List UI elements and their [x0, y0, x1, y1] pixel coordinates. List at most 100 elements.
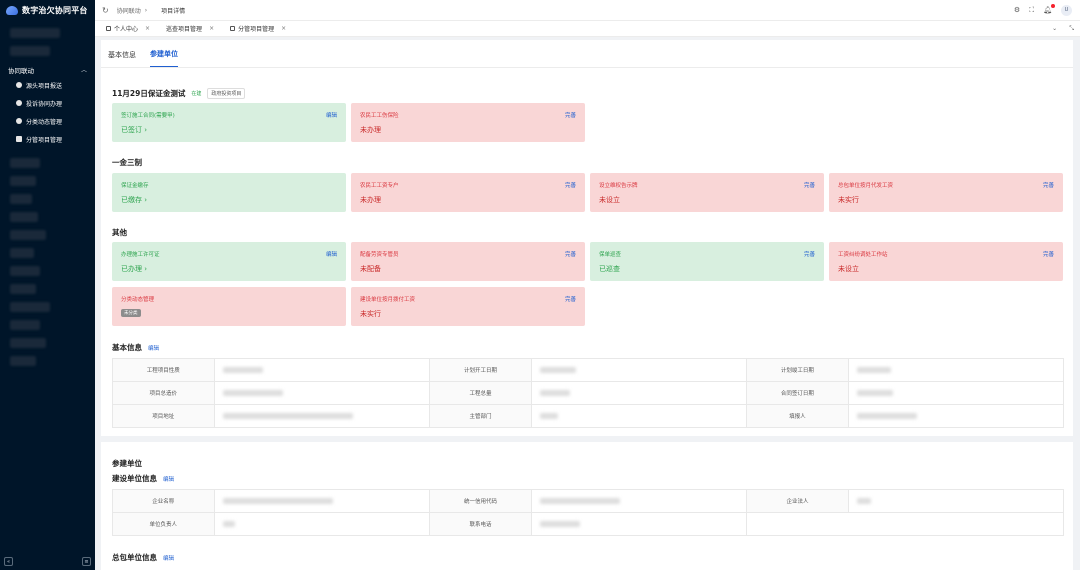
- section-title: 建设单位信息: [112, 474, 157, 483]
- sidebar-item-blurred[interactable]: [10, 176, 36, 186]
- table-key: 统一信用代码: [429, 489, 532, 513]
- card-wage-account[interactable]: 农民工工资专户 完善 未办理: [351, 173, 585, 212]
- table-key: [746, 512, 849, 536]
- card-monthly-wage[interactable]: 总包单位按月代发工资 完善 未实行: [829, 173, 1063, 212]
- complete-link[interactable]: 完善: [565, 250, 576, 258]
- edit-link[interactable]: 编辑: [326, 250, 337, 258]
- sidebar-item-managed[interactable]: 分管项目管理: [0, 130, 95, 148]
- build-unit-table: 企业名称 统一信用代码 企业法人 单位负责人 联系电话: [112, 489, 1065, 536]
- table-value: [847, 489, 1065, 513]
- section-title: 一金三制: [112, 158, 142, 167]
- chevron-down-icon[interactable]: ⌄: [1052, 25, 1057, 33]
- table-key: 工程项目性质: [112, 358, 215, 382]
- complete-link[interactable]: 完善: [565, 295, 576, 303]
- table-key: 企业法人: [746, 489, 849, 513]
- breadcrumb-parent[interactable]: 协同联动: [117, 6, 141, 15]
- complete-link[interactable]: 完善: [804, 181, 815, 189]
- sidebar: 数字治欠协同平台 协同联动 ︿ 源头项目报送 投诉协同办理 分类动态管理 分管项…: [0, 0, 95, 570]
- sidebar-item-blurred[interactable]: [10, 28, 60, 38]
- sidebar-item-source-report[interactable]: 源头项目报送: [0, 76, 95, 94]
- card-classification[interactable]: 分类动态管理 未分类: [112, 287, 346, 326]
- card-status[interactable]: 已签订 ›: [121, 125, 147, 135]
- gear-icon[interactable]: ⚙: [1014, 6, 1020, 14]
- sidebar-item-classify[interactable]: 分类动态管理: [0, 112, 95, 130]
- table-row: 企业名称 统一信用代码 企业法人: [112, 489, 1065, 513]
- complete-link[interactable]: 完善: [1043, 250, 1054, 258]
- sidebar-item-blurred[interactable]: [10, 194, 32, 204]
- sidebar-item-label: 源头项目报送: [26, 82, 63, 90]
- tab-managed[interactable]: 分管项目管理 ×: [227, 24, 289, 33]
- card-label: 保单巡查: [599, 252, 622, 258]
- project-title: 11月29日保证金测试: [112, 89, 186, 98]
- card-status: 未设立: [599, 196, 620, 204]
- tab-personal[interactable]: 个人中心 ×: [103, 24, 153, 33]
- section-other: 其他: [112, 227, 127, 238]
- card-label: 工资纠纷调处工作站: [838, 252, 888, 258]
- edit-build-unit-link[interactable]: 编辑: [163, 475, 174, 483]
- sidebar-item-blurred[interactable]: [10, 230, 46, 240]
- sidebar-item-blurred[interactable]: [10, 284, 36, 294]
- menu-icon[interactable]: ≡: [82, 557, 91, 566]
- sidebar-group-collab[interactable]: 协同联动 ︿: [0, 63, 95, 76]
- card-deposit[interactable]: 保证金缴存 已缴存 ›: [112, 173, 346, 212]
- table-value: [847, 404, 1065, 428]
- sidebar-item-complaint[interactable]: 投诉协同办理: [0, 94, 95, 112]
- tab-bar: 个人中心 × 巡查项目管理 × 分管项目管理 × ⌄ ⤡: [95, 21, 1080, 37]
- expand-icon[interactable]: ⤡: [1069, 25, 1074, 33]
- card-status[interactable]: 已办理 ›: [121, 264, 147, 274]
- complete-link[interactable]: 完善: [565, 111, 576, 119]
- table-row: 项目总造价 工程总量 合同签订日期: [112, 381, 1065, 405]
- sidebar-item-blurred[interactable]: [10, 356, 36, 366]
- close-icon[interactable]: ×: [209, 25, 214, 32]
- sidebar-bottom: « ≡: [4, 557, 91, 566]
- subtab-basic[interactable]: 基本信息: [108, 50, 136, 67]
- card-labor-officer[interactable]: 配备劳资专管员 完善 未配备: [351, 242, 585, 281]
- edit-link[interactable]: 编辑: [326, 111, 337, 119]
- sidebar-item-blurred[interactable]: [10, 158, 40, 168]
- bell-icon[interactable]: 🔔︎: [1043, 4, 1055, 14]
- units-panel: 参建单位 建设单位信息 编辑 企业名称 统一信用代码 企业法人 单位负责人 联系…: [101, 442, 1073, 570]
- card-status: 未配备: [360, 265, 381, 273]
- sidebar-item-blurred[interactable]: [10, 320, 40, 330]
- blurred-value: [856, 412, 917, 419]
- section-title: 基本信息: [112, 343, 142, 352]
- table-value: [530, 358, 748, 382]
- card-contract[interactable]: 签订施工合同(需要甲) 编辑 已签订 ›: [112, 103, 346, 142]
- edit-general-unit-link[interactable]: 编辑: [163, 554, 174, 562]
- notification-dot: [1051, 4, 1055, 8]
- sidebar-item-blurred[interactable]: [10, 212, 38, 222]
- sidebar-item-blurred[interactable]: [10, 46, 50, 56]
- sidebar-item-blurred[interactable]: [10, 248, 34, 258]
- card-build-unit-wage[interactable]: 建设单位按月拨付工资 完善 未实行: [351, 287, 585, 326]
- close-icon[interactable]: ×: [145, 25, 150, 32]
- close-icon[interactable]: ×: [281, 25, 286, 32]
- sidebar-item-blurred[interactable]: [10, 302, 50, 312]
- card-dispute-station[interactable]: 工资纠纷调处工作站 完善 未设立: [829, 242, 1063, 281]
- card-label: 农民工工资专户: [360, 183, 399, 189]
- complete-link[interactable]: 完善: [804, 250, 815, 258]
- card-permit[interactable]: 办理施工许可证 编辑 已办理 ›: [112, 242, 346, 281]
- card-status[interactable]: 已缴存 ›: [121, 195, 147, 205]
- sidebar-item-blurred[interactable]: [10, 338, 46, 348]
- complete-link[interactable]: 完善: [565, 181, 576, 189]
- table-value: [848, 513, 1063, 536]
- chevron-right-icon: ›: [144, 6, 148, 14]
- tab-icon: [106, 26, 111, 31]
- table-key: 计划开工日期: [429, 358, 532, 382]
- subtab-units[interactable]: 参建单位: [150, 49, 178, 67]
- sidebar-item-blurred[interactable]: [10, 266, 40, 276]
- card-notice-board[interactable]: 设立维权告示牌 完善 未设立: [590, 173, 824, 212]
- card-policy-inspection[interactable]: 保单巡查 完善 已巡查: [590, 242, 824, 281]
- avatar[interactable]: U: [1061, 4, 1072, 16]
- collapse-icon[interactable]: «: [4, 557, 13, 566]
- tab-inspection[interactable]: 巡查项目管理 ×: [163, 24, 217, 33]
- edit-basic-link[interactable]: 编辑: [148, 344, 159, 352]
- refresh-icon[interactable]: ↻: [102, 6, 109, 15]
- blurred-value: [539, 389, 570, 396]
- table-value: [530, 512, 748, 536]
- complete-link[interactable]: 完善: [1043, 181, 1054, 189]
- card-injury-insurance[interactable]: 农民工工伤保险 完善 未办理: [351, 103, 585, 142]
- card-status-text: 已签订: [121, 126, 142, 134]
- section-basic-info: 基本信息 编辑: [112, 342, 159, 353]
- fullscreen-icon[interactable]: ⛶: [1029, 6, 1034, 15]
